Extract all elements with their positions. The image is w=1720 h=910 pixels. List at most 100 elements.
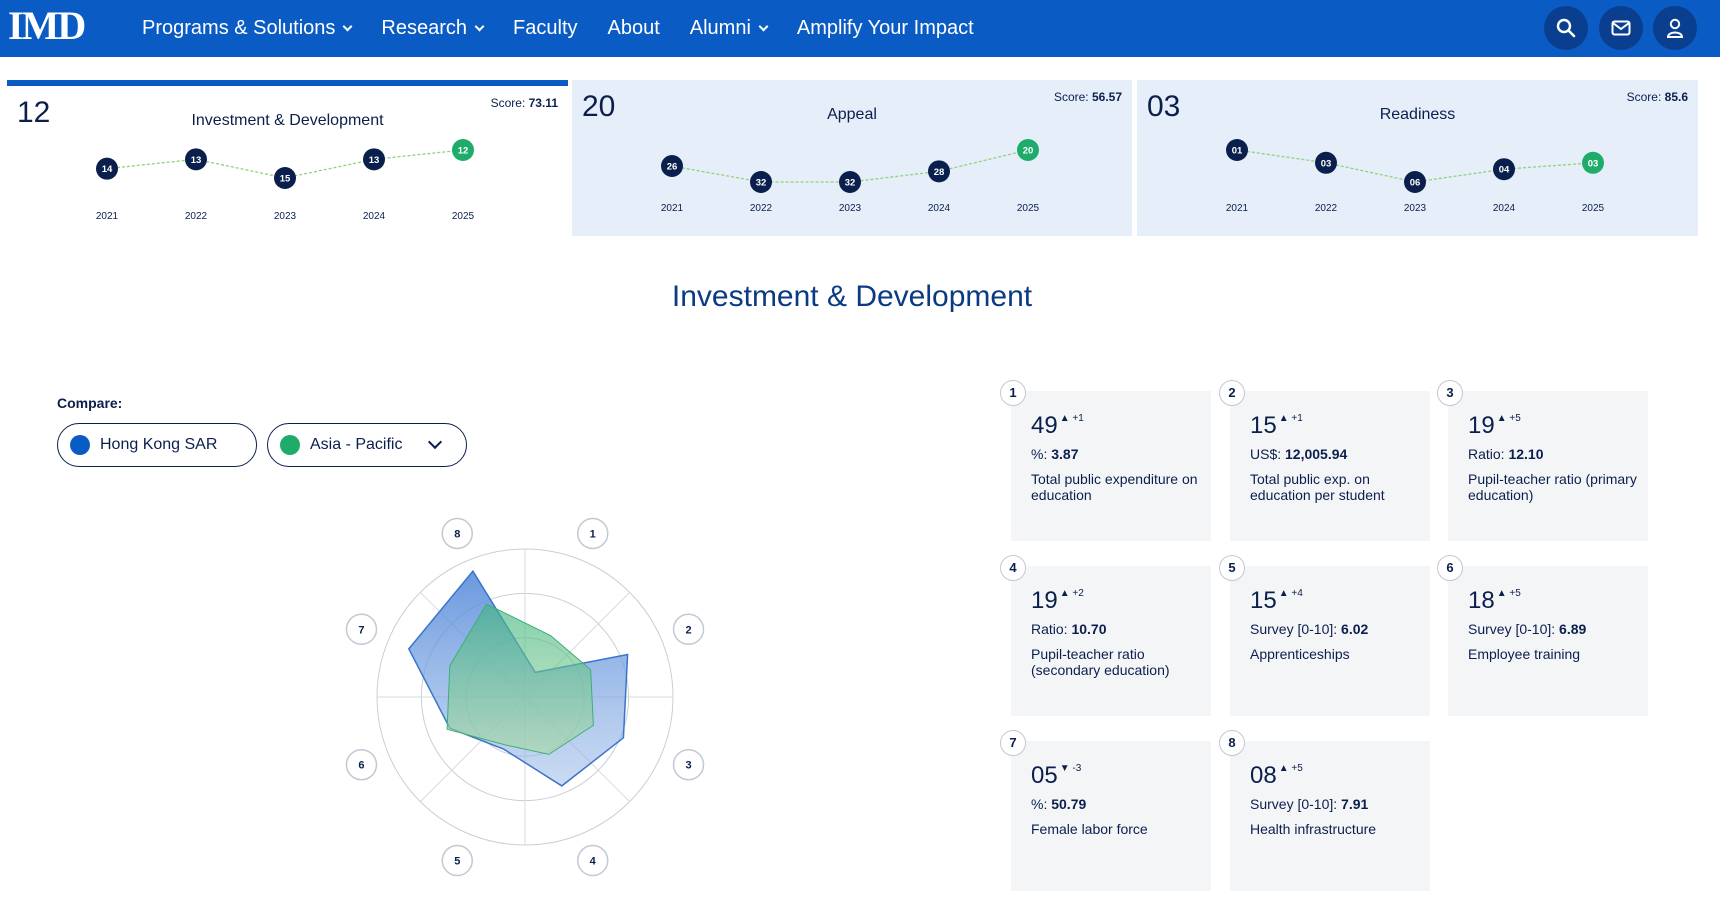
trend-arrow-icon: ▲ — [1059, 588, 1070, 599]
trend-arrow-icon: ▲ — [1059, 413, 1070, 424]
metric-card-1[interactable]: 1 49 ▲ +1 %: 3.87 Total public expenditur… — [1000, 380, 1211, 541]
rank-card-investment[interactable]: 12 Score: 73.11 Investment & Development… — [7, 80, 568, 236]
mail-button[interactable] — [1599, 6, 1643, 50]
year-label: 2021 — [661, 203, 684, 214]
nav-faculty[interactable]: Faculty — [513, 17, 577, 40]
year-label: 2023 — [1404, 203, 1427, 214]
radar-axis-label: 4 — [590, 856, 597, 868]
year-label: 2022 — [750, 203, 773, 214]
metric-name: Total public exp. on education per stude… — [1250, 471, 1385, 503]
year-label: 2024 — [1493, 203, 1516, 214]
rank-point-label: 14 — [102, 164, 113, 175]
rank-point-label: 26 — [667, 162, 678, 173]
nav-alumni[interactable]: Alumni — [690, 17, 769, 40]
rank-change: +2 — [1072, 588, 1084, 599]
metric-rank: 08 ▲ +5 — [1250, 762, 1303, 790]
year-label: 2023 — [839, 203, 862, 214]
rank-change: +5 — [1291, 763, 1303, 774]
radar-axis-label: 6 — [358, 760, 364, 772]
search-button[interactable] — [1544, 6, 1588, 50]
rank-point-label: 06 — [1410, 178, 1421, 189]
section-title: Investment & Development — [671, 280, 1033, 313]
metric-value: US$: 12,005.94 — [1250, 446, 1348, 462]
metric-value: %: 50.79 — [1031, 796, 1087, 812]
nav-amplify[interactable]: Amplify Your Impact — [797, 17, 974, 40]
year-label: 2025 — [1017, 203, 1040, 214]
rank-card-readiness[interactable]: 03 Score: 85.6 Readiness 01 2021 03 2022 06 2… — [1137, 80, 1698, 236]
trend-arrow-icon: ▼ — [1059, 763, 1070, 774]
trend-arrow-icon: ▲ — [1496, 413, 1507, 424]
metric-number: 3 — [1437, 380, 1463, 406]
rank-point-label: 01 — [1232, 146, 1243, 157]
metric-number: 6 — [1437, 555, 1463, 581]
metric-rank: 49 ▲ +1 — [1031, 412, 1084, 440]
rank-value: 05 — [1031, 762, 1058, 789]
rank-change: -3 — [1072, 763, 1082, 774]
mail-icon — [1611, 20, 1631, 36]
rank-value: 08 — [1250, 762, 1277, 789]
chevron-down-icon — [342, 21, 353, 32]
nav-research[interactable]: Research — [381, 17, 485, 40]
account-button[interactable] — [1653, 6, 1697, 50]
rank-point-label: 04 — [1499, 165, 1510, 176]
metric-rank: 05 ▼ -3 — [1031, 762, 1081, 790]
year-label: 2025 — [1582, 203, 1605, 214]
radar-chart: 1 2 3 4 5 6 7 8 — [345, 517, 705, 877]
metric-name: Pupil-teacher ratio (secondary education… — [1031, 646, 1170, 678]
compare-region-select[interactable]: Asia - Pacific — [267, 423, 467, 467]
metric-card-2[interactable]: 2 15 ▲ +1 US$: 12,005.94 Total public exp… — [1219, 380, 1430, 541]
rank-change: +1 — [1291, 413, 1303, 424]
rank-value: 15 — [1250, 587, 1277, 614]
year-label: 2021 — [96, 211, 119, 222]
rank-card-appeal[interactable]: 20 Score: 56.57 Appeal 26 2021 32 2022 32 202… — [572, 80, 1132, 236]
rank-change: +5 — [1509, 413, 1521, 424]
radar-axis-label: 7 — [358, 624, 364, 636]
metric-rank: 15 ▲ +4 — [1250, 587, 1303, 615]
search-icon — [1556, 18, 1576, 38]
imd-logo[interactable]: IMD — [8, 6, 86, 46]
metric-card-8[interactable]: 8 08 ▲ +5 Survey [0-10]: 7.91 Health infr… — [1219, 730, 1430, 891]
compare-primary-pill[interactable]: Hong Kong SAR — [57, 423, 257, 467]
metric-name: Pupil-teacher ratio (primary education) — [1468, 471, 1637, 503]
metric-rank: 19 ▲ +2 — [1031, 587, 1084, 615]
metric-value: Survey [0-10]: 6.02 — [1250, 621, 1369, 637]
radar-axis-label: 8 — [454, 528, 460, 540]
chevron-down-icon — [427, 434, 443, 450]
metric-card-6[interactable]: 6 18 ▲ +5 Survey [0-10]: 6.89 Employee tr… — [1437, 555, 1648, 716]
trend-arrow-icon: ▲ — [1278, 413, 1289, 424]
metric-card-3[interactable]: 3 19 ▲ +5 Ratio: 12.10 Pupil-teacher rati… — [1437, 380, 1648, 541]
metric-card-7[interactable]: 7 05 ▼ -3 %: 50.79 Female labor force — [1000, 730, 1211, 891]
radar-axis-label: 3 — [685, 760, 691, 772]
year-label: 2022 — [185, 211, 208, 222]
primary-color-dot — [70, 435, 90, 455]
radar-axis-label: 1 — [590, 528, 596, 540]
metric-rank: 18 ▲ +5 — [1468, 587, 1521, 615]
rank-point-label: 28 — [934, 167, 945, 178]
metric-card-4[interactable]: 4 19 ▲ +2 Ratio: 10.70 Pupil-teacher rati… — [1000, 555, 1211, 716]
year-label: 2025 — [452, 211, 475, 222]
radar-axis-label: 2 — [685, 624, 691, 636]
rank-point-label: 15 — [280, 174, 291, 185]
nav-links: Programs & Solutions Research Faculty Ab… — [142, 0, 1004, 57]
rank-point-label: 03 — [1321, 158, 1332, 169]
nav-programs[interactable]: Programs & Solutions — [142, 17, 353, 40]
metric-name: Health infrastructure — [1250, 821, 1377, 837]
rank-point-label: 13 — [191, 155, 202, 166]
chevron-down-icon — [474, 21, 485, 32]
metric-number: 8 — [1219, 730, 1245, 756]
rank-point-label: 13 — [369, 155, 380, 166]
rank-value: 19 — [1031, 587, 1058, 614]
year-label: 2021 — [1226, 203, 1249, 214]
rank-value: 15 — [1250, 412, 1277, 439]
metric-card-5[interactable]: 5 15 ▲ +4 Survey [0-10]: 6.02 Apprentices… — [1219, 555, 1430, 716]
compare-label: Compare: — [57, 395, 123, 411]
radar-axis-label: 5 — [454, 856, 460, 868]
metric-rank: 15 ▲ +1 — [1250, 412, 1303, 440]
nav-about[interactable]: About — [608, 17, 660, 40]
rank-change: +1 — [1072, 413, 1084, 424]
metric-number: 2 — [1219, 380, 1245, 406]
trend-arrow-icon: ▲ — [1278, 763, 1289, 774]
rank-change: +5 — [1509, 588, 1521, 599]
rank-trend-chart: 26 2021 32 2022 32 2023 28 2024 20 2025 — [661, 139, 1040, 214]
metric-number: 7 — [1000, 730, 1026, 756]
